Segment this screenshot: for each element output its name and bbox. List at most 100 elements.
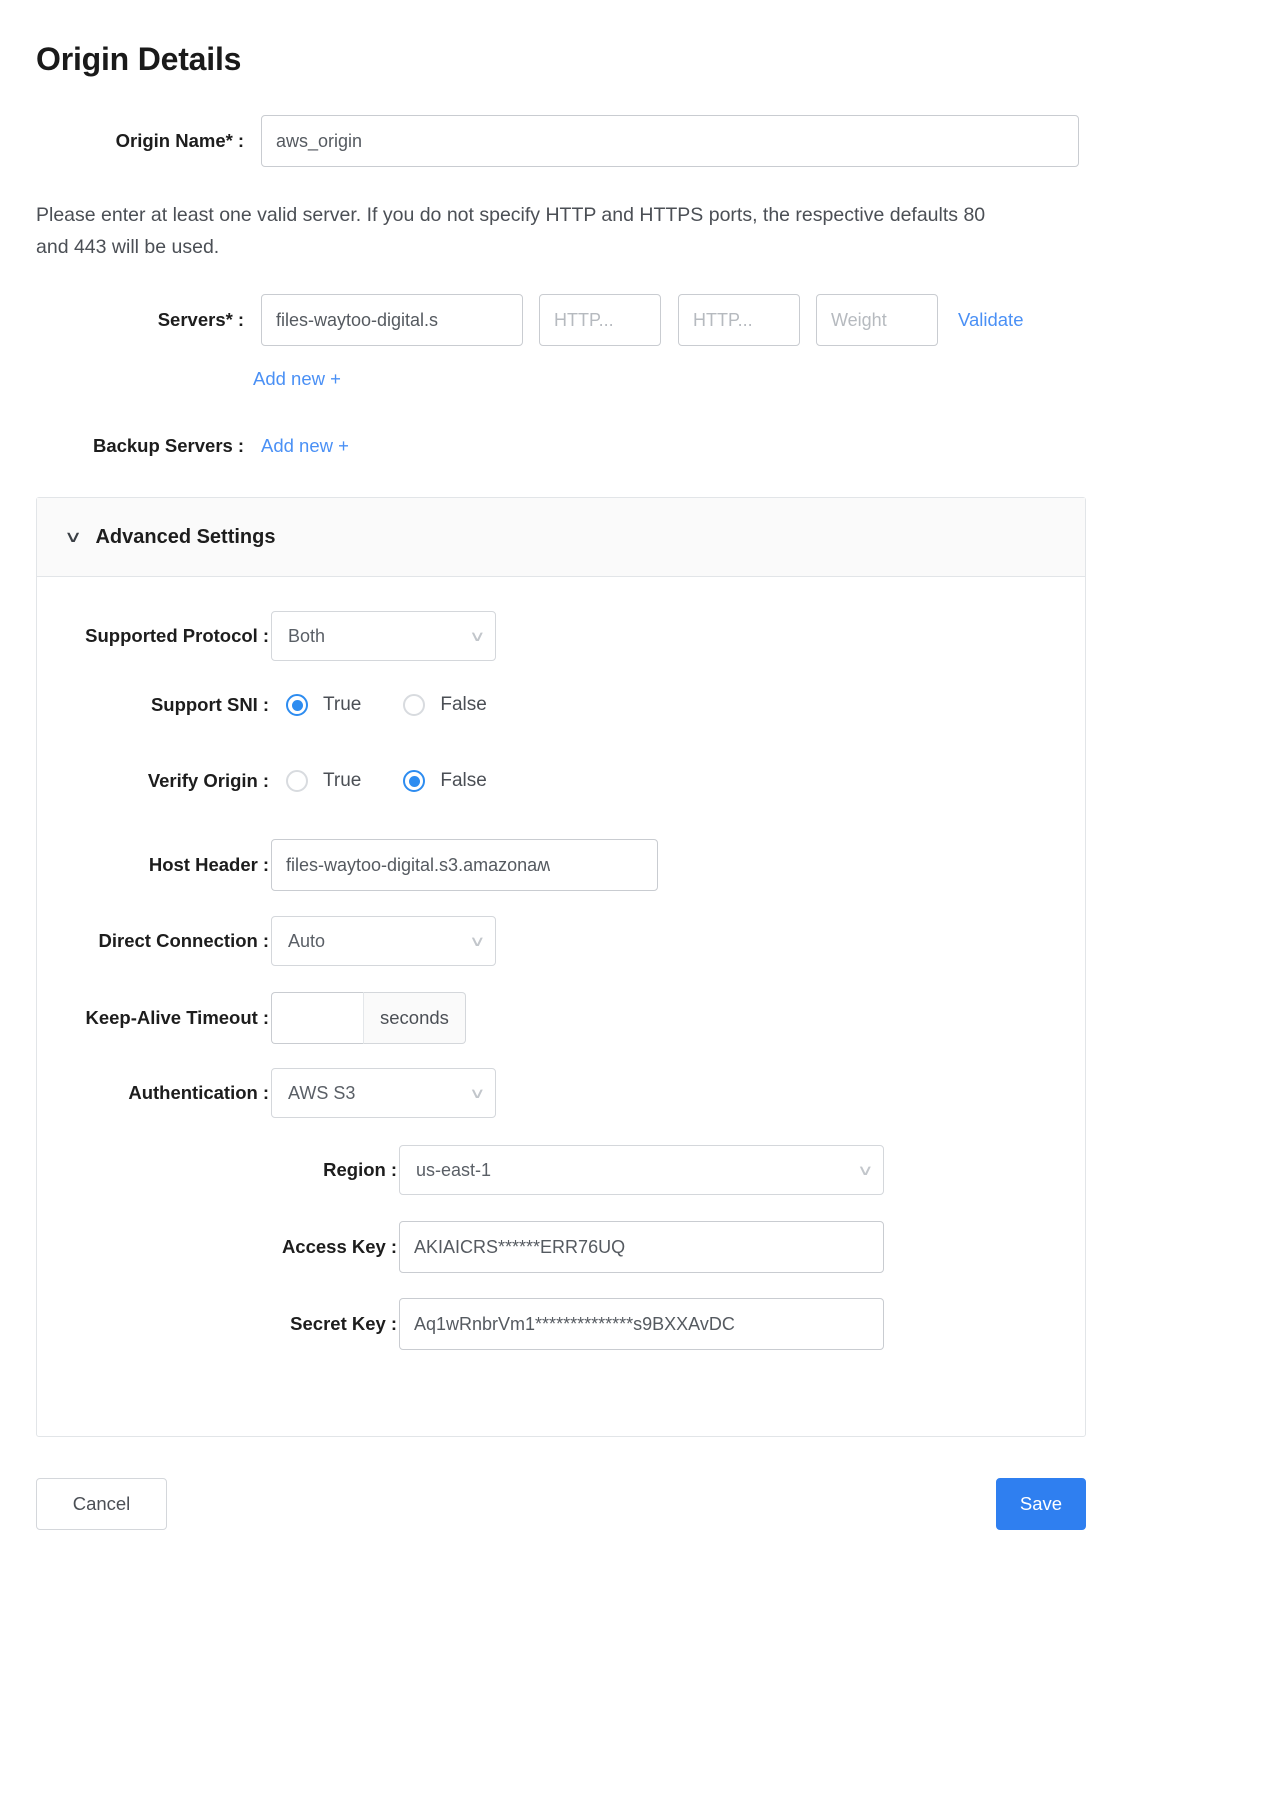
backup-servers-label: Backup Servers: [36, 435, 244, 457]
supported-protocol-label-text: Supported Protocol [85, 625, 258, 646]
authentication-value: AWS S3 [288, 1082, 356, 1103]
origin-name-label-text: Origin Name [115, 130, 226, 151]
authentication-label: Authentication: [37, 1082, 269, 1104]
support-sni-false-radio[interactable] [403, 694, 426, 716]
server-https-port-input[interactable]: HTTP... [678, 294, 800, 346]
chevron-down-icon: ∨ [856, 1161, 874, 1179]
server-weight-input[interactable]: Weight [816, 294, 938, 346]
backup-servers-colon: : [237, 435, 244, 456]
secret-key-input[interactable]: Aq1wRnbrVm1**************s9BXXAvDC [399, 1298, 884, 1350]
access-key-input[interactable]: AKIAICRS******ERR76UQ [399, 1221, 884, 1273]
access-key-label-text: Access Key [281, 1236, 386, 1257]
host-header-row: Host Header: files-waytoo-digital.s3.ama… [37, 839, 658, 891]
region-value: us-east-1 [416, 1159, 492, 1180]
verify-origin-false-label[interactable]: False [440, 770, 486, 792]
access-key-row: Access Key: AKIAICRS******ERR76UQ [37, 1221, 884, 1273]
support-sni-false-label[interactable]: False [440, 694, 486, 716]
servers-label: Servers*: [36, 309, 244, 331]
cancel-button[interactable]: Cancel [36, 1478, 167, 1530]
page-title: Origin Details [36, 41, 242, 77]
supported-protocol-label: Supported Protocol: [37, 625, 269, 647]
support-sni-colon: : [262, 694, 269, 715]
authentication-colon: : [262, 1082, 269, 1103]
direct-connection-row: Direct Connection: Auto ∨ [37, 916, 496, 966]
region-colon: : [390, 1159, 397, 1180]
server-address-input[interactable]: files-waytoo-digital.s [261, 294, 523, 346]
advanced-settings-header[interactable]: ∨ Advanced Settings [37, 498, 1085, 577]
access-key-label: Access Key: [37, 1236, 397, 1258]
region-label-text: Region [323, 1159, 386, 1180]
direct-connection-value: Auto [288, 930, 326, 951]
chevron-down-icon: ∨ [468, 627, 486, 645]
backup-servers-label-text: Backup Servers [92, 435, 233, 456]
host-header-label-text: Host Header [148, 854, 258, 875]
origin-details-page: Origin Details Origin Name*: aws_origin … [0, 0, 1286, 1808]
region-label: Region: [37, 1159, 397, 1181]
secret-key-label-text: Secret Key [290, 1313, 386, 1334]
servers-add-new-link[interactable]: Add new + [253, 368, 341, 390]
chevron-down-icon: ∨ [468, 932, 486, 950]
keep-alive-timeout-colon: : [262, 1007, 269, 1028]
direct-connection-colon: : [262, 930, 269, 951]
backup-servers-row: Backup Servers: Add new + [36, 435, 349, 457]
backup-servers-add-new-link[interactable]: Add new + [261, 435, 349, 457]
host-header-input[interactable]: files-waytoo-digital.s3.amazonaʍ [271, 839, 658, 891]
origin-name-row: Origin Name*: aws_origin [36, 115, 1086, 167]
support-sni-label-text: Support SNI [150, 694, 258, 715]
supported-protocol-row: Supported Protocol: Both ∨ [37, 611, 496, 661]
secret-key-label: Secret Key: [37, 1313, 397, 1335]
support-sni-true-radio[interactable] [286, 694, 308, 716]
direct-connection-label-text: Direct Connection [98, 930, 258, 951]
authentication-label-text: Authentication [128, 1082, 258, 1103]
servers-row: Servers*: files-waytoo-digital.s HTTP...… [36, 294, 1023, 346]
direct-connection-label: Direct Connection: [37, 930, 270, 952]
keep-alive-timeout-field: seconds [271, 992, 466, 1044]
chevron-down-icon: ∨ [63, 527, 83, 546]
verify-origin-colon: : [262, 770, 269, 791]
servers-required-mark: * [225, 309, 233, 330]
origin-name-colon: : [237, 130, 244, 151]
supported-protocol-value: Both [288, 625, 326, 646]
support-sni-true-label[interactable]: True [323, 694, 361, 716]
support-sni-radio-group: True False [286, 694, 487, 716]
keep-alive-timeout-unit: seconds [363, 992, 466, 1044]
support-sni-row: Support SNI: True False [37, 694, 487, 716]
servers-add-new-row: Add new + [253, 368, 341, 390]
verify-origin-false-radio[interactable] [403, 770, 426, 792]
origin-name-required-mark: * [225, 130, 233, 151]
verify-origin-true-radio[interactable] [286, 770, 308, 792]
keep-alive-timeout-input[interactable] [271, 992, 363, 1044]
host-header-colon: : [262, 854, 269, 875]
direct-connection-select[interactable]: Auto ∨ [271, 916, 496, 966]
origin-name-input[interactable]: aws_origin [261, 115, 1079, 167]
keep-alive-timeout-label: Keep-Alive Timeout: [37, 1007, 269, 1029]
keep-alive-timeout-label-text: Keep-Alive Timeout [85, 1007, 258, 1028]
region-row: Region: us-east-1 ∨ [37, 1145, 884, 1195]
servers-label-text: Servers [157, 309, 226, 330]
secret-key-row: Secret Key: Aq1wRnbrVm1**************s9B… [37, 1298, 884, 1350]
support-sni-label: Support SNI: [37, 694, 269, 716]
authentication-row: Authentication: AWS S3 ∨ [37, 1068, 496, 1118]
advanced-settings-title: Advanced Settings [95, 525, 276, 548]
region-select[interactable]: us-east-1 ∨ [399, 1145, 884, 1195]
secret-key-colon: : [390, 1313, 397, 1334]
save-button[interactable]: Save [996, 1478, 1086, 1530]
server-http-port-input[interactable]: HTTP... [539, 294, 661, 346]
validate-link[interactable]: Validate [958, 309, 1023, 331]
origin-name-label: Origin Name*: [36, 130, 244, 152]
keep-alive-timeout-row: Keep-Alive Timeout: seconds [37, 992, 466, 1044]
verify-origin-true-label[interactable]: True [323, 770, 361, 792]
verify-origin-row: Verify Origin: True False [37, 770, 487, 792]
host-header-label: Host Header: [37, 854, 269, 876]
supported-protocol-colon: : [262, 625, 269, 646]
authentication-select[interactable]: AWS S3 ∨ [271, 1068, 496, 1118]
servers-helper-text: Please enter at least one valid server. … [36, 204, 986, 258]
access-key-colon: : [390, 1236, 397, 1257]
supported-protocol-select[interactable]: Both ∨ [271, 611, 496, 661]
verify-origin-radio-group: True False [286, 770, 487, 792]
chevron-down-icon: ∨ [468, 1084, 486, 1102]
verify-origin-label: Verify Origin: [37, 770, 269, 792]
servers-colon: : [237, 309, 244, 330]
verify-origin-label-text: Verify Origin [147, 770, 258, 791]
advanced-settings-panel: ∨ Advanced Settings Supported Protocol: … [36, 497, 1086, 1437]
